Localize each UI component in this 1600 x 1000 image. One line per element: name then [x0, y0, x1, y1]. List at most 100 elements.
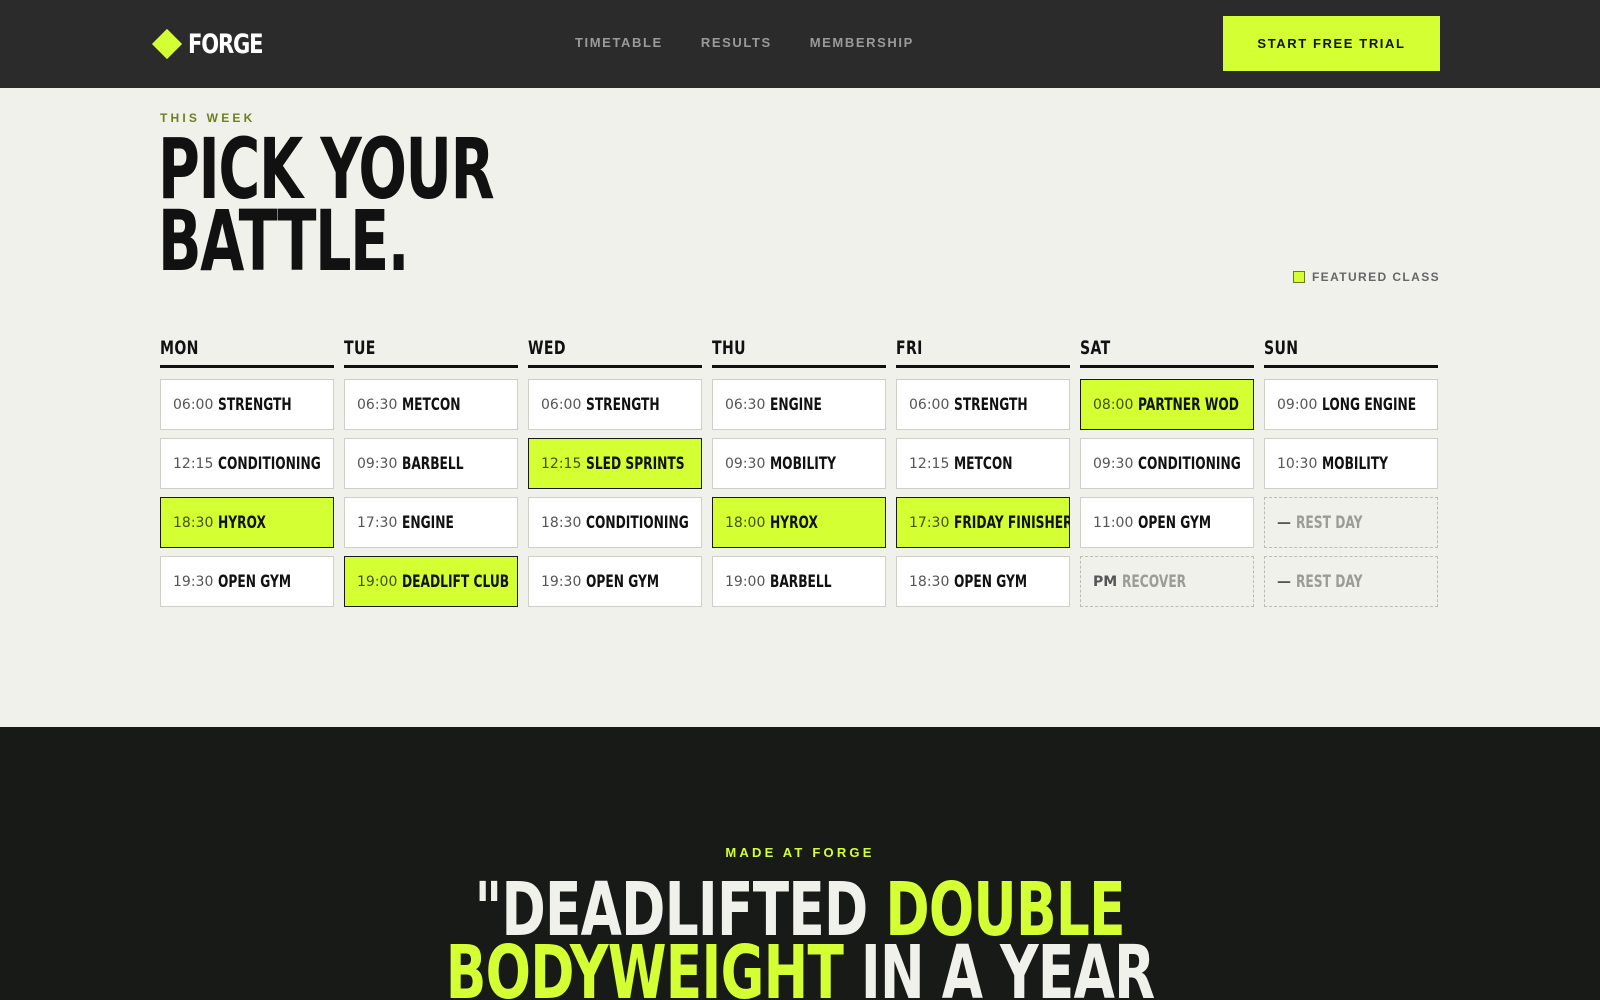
main-nav: TIMETABLE RESULTS MEMBERSHIP	[575, 35, 914, 50]
slot-class-name: STRENGTH	[586, 394, 660, 415]
slot-time: 06:00	[541, 396, 582, 413]
slot-class-name: DEADLIFT CLUB	[402, 571, 510, 592]
slot-time: 18:30	[909, 573, 950, 590]
day-heading: WED	[528, 337, 566, 359]
class-slot[interactable]: 19:00 BARBELL	[712, 556, 886, 607]
featured-class-slot[interactable]: 19:00 DEADLIFT CLUB	[344, 556, 518, 607]
timetable: MON 06:00 STRENGTH 12:15 CONDITIONING 18:30 HY…	[160, 333, 1440, 615]
nav-link-membership[interactable]: MEMBERSHIP	[810, 35, 914, 50]
class-slot[interactable]: 09:30 MOBILITY	[712, 438, 886, 489]
class-slot[interactable]: 18:30 OPEN GYM	[896, 556, 1070, 607]
class-slot[interactable]: 06:30 ENGINE	[712, 379, 886, 430]
slot-class-name: BARBELL	[402, 453, 464, 474]
slot-class-name: STRENGTH	[954, 394, 1028, 415]
day-column-thu: THU 06:30 ENGINE 09:30 MOBILITY 18:00 HYROX 19:…	[712, 333, 886, 615]
slot-class-name: OPEN GYM	[954, 571, 1028, 592]
class-slot[interactable]: 12:15 METCON	[896, 438, 1070, 489]
slot-time: 18:00	[725, 514, 766, 531]
diamond-icon	[151, 28, 183, 60]
class-slot[interactable]: 19:30 OPEN GYM	[160, 556, 334, 607]
class-slot[interactable]: 06:00 STRENGTH	[896, 379, 1070, 430]
class-slot[interactable]: 19:30 OPEN GYM	[528, 556, 702, 607]
slot-class-name: HYROX	[218, 512, 267, 533]
slot-class-name: RECOVER	[1122, 571, 1187, 592]
slot-class-name: OPEN GYM	[586, 571, 660, 592]
day-column-sun: SUN 09:00 LONG ENGINE 10:30 MOBILITY — REST DA…	[1264, 333, 1438, 615]
slot-class-name: REST DAY	[1296, 571, 1363, 592]
slot-time: 17:30	[357, 514, 398, 531]
testimonial-section: MADE AT FORGE "DEADLIFTED DOUBLE BODYWEI…	[0, 727, 1600, 1000]
slot-class-name: STRENGTH	[218, 394, 292, 415]
day-divider	[896, 365, 1070, 368]
logo[interactable]: FORGE	[151, 26, 283, 62]
slot-time: 17:30	[909, 514, 950, 531]
slot-class-name: OPEN GYM	[1138, 512, 1212, 533]
featured-class-slot[interactable]: 12:15 SLED SPRINTS	[528, 438, 702, 489]
slot-class-name: ENGINE	[770, 394, 823, 415]
day-divider	[160, 365, 334, 368]
testimonial-eyebrow: MADE AT FORGE	[725, 845, 875, 860]
class-slot[interactable]: 09:30 CONDITIONING	[1080, 438, 1254, 489]
nav-link-results[interactable]: RESULTS	[701, 35, 772, 50]
slot-class-name: METCON	[954, 453, 1013, 474]
day-divider	[528, 365, 702, 368]
slot-time: 18:30	[541, 514, 582, 531]
slot-class-name: BARBELL	[770, 571, 832, 592]
slot-time: —	[1277, 514, 1291, 531]
slot-time: 06:30	[357, 396, 398, 413]
slot-time: 19:00	[357, 573, 398, 590]
slot-time: —	[1277, 573, 1291, 590]
day-heading: SAT	[1080, 337, 1111, 359]
class-slot[interactable]: 06:00 STRENGTH	[528, 379, 702, 430]
featured-swatch	[1292, 271, 1305, 283]
class-slot[interactable]: 12:15 CONDITIONING	[160, 438, 334, 489]
testimonial-quote: "DEADLIFTED DOUBLE BODYWEIGHT IN A YEAR	[0, 873, 1600, 1000]
day-heading: MON	[160, 337, 199, 359]
slot-class-name: CONDITIONING	[1138, 453, 1242, 474]
slot-time: 19:30	[541, 573, 582, 590]
slot-time: 09:30	[725, 455, 766, 472]
slot-time: 06:00	[173, 396, 214, 413]
slot-time: 09:00	[1277, 396, 1318, 413]
slot-time: 12:15	[541, 455, 582, 472]
class-slot[interactable]: 09:00 LONG ENGINE	[1264, 379, 1438, 430]
start-free-trial-button[interactable]: START FREE TRIAL	[1223, 16, 1440, 71]
slot-class-name: CONDITIONING	[218, 453, 322, 474]
quote-text: IN A YEAR	[842, 930, 1155, 1000]
slot-time: 12:15	[909, 455, 950, 472]
day-heading: SUN	[1264, 337, 1299, 359]
featured-class-slot[interactable]: 18:30 HYROX	[160, 497, 334, 548]
slot-time: 09:30	[357, 455, 398, 472]
rest-slot: — REST DAY	[1264, 497, 1438, 548]
nav-link-timetable[interactable]: TIMETABLE	[575, 35, 663, 50]
slot-time: 08:00	[1093, 396, 1134, 413]
slot-time: PM	[1093, 573, 1118, 590]
slot-class-name: ENGINE	[402, 512, 455, 533]
day-divider	[344, 365, 518, 368]
slot-class-name: HYROX	[770, 512, 819, 533]
class-slot[interactable]: 06:00 STRENGTH	[160, 379, 334, 430]
featured-class-slot[interactable]: 17:30 FRIDAY FINISHER	[896, 497, 1070, 548]
featured-class-slot[interactable]: 08:00 PARTNER WOD	[1080, 379, 1254, 430]
day-heading: TUE	[344, 337, 376, 359]
featured-class-slot[interactable]: 18:00 HYROX	[712, 497, 886, 548]
featured-legend: FEATURED CLASS	[1292, 270, 1440, 284]
class-slot[interactable]: 18:30 CONDITIONING	[528, 497, 702, 548]
day-divider	[1264, 365, 1438, 368]
slot-time: 10:30	[1277, 455, 1318, 472]
class-slot[interactable]: 11:00 OPEN GYM	[1080, 497, 1254, 548]
slot-time: 06:00	[909, 396, 950, 413]
slot-class-name: LONG ENGINE	[1322, 394, 1417, 415]
slot-class-name: PARTNER WOD	[1138, 394, 1240, 415]
class-slot[interactable]: 06:30 METCON	[344, 379, 518, 430]
site-header: FORGE TIMETABLE RESULTS MEMBERSHIP START…	[0, 0, 1600, 88]
slot-time: 06:30	[725, 396, 766, 413]
day-column-wed: WED 06:00 STRENGTH 12:15 SLED SPRINTS 18:30 CO…	[528, 333, 702, 615]
class-slot[interactable]: 10:30 MOBILITY	[1264, 438, 1438, 489]
slot-time: 18:30	[173, 514, 214, 531]
class-slot[interactable]: 17:30 ENGINE	[344, 497, 518, 548]
day-heading: FRI	[896, 337, 923, 359]
class-slot[interactable]: 09:30 BARBELL	[344, 438, 518, 489]
slot-time: 09:30	[1093, 455, 1134, 472]
slot-time: 11:00	[1093, 514, 1134, 531]
